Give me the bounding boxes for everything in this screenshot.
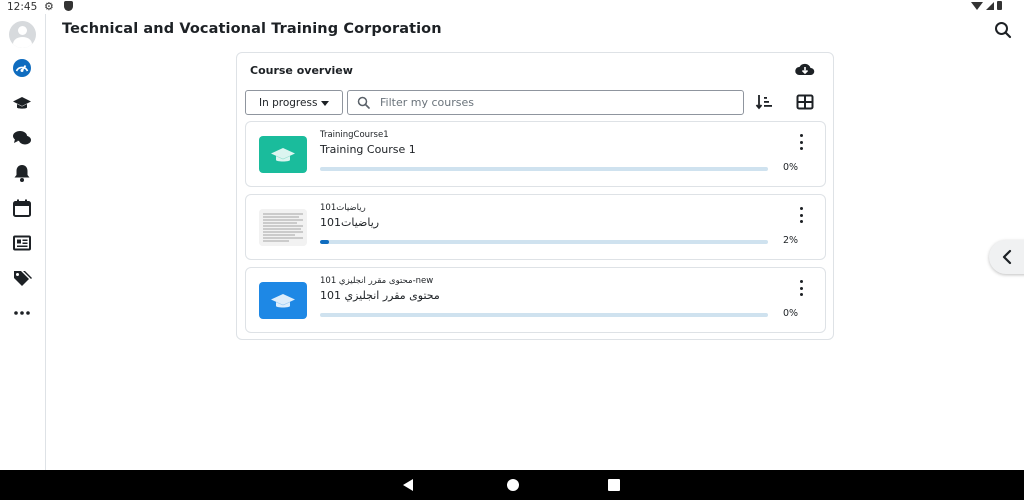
cloud-download-icon[interactable] (794, 61, 816, 79)
graduation-cap-icon[interactable] (11, 92, 33, 114)
status-indicators (971, 1, 1002, 10)
course-item[interactable]: محتوى مقرر انجليزي 101-new محتوى مقرر ان… (245, 267, 826, 333)
dashboard-gauge-icon[interactable] (11, 57, 33, 79)
system-nav-bar (0, 470, 1024, 500)
settings-gear-icon: ⚙ (44, 1, 54, 13)
document-thumbnail-icon (259, 209, 307, 246)
sidebar (0, 14, 46, 470)
battery-icon (997, 1, 1002, 10)
course-search-box (347, 90, 744, 115)
wifi-icon (971, 1, 983, 10)
bell-icon[interactable] (11, 162, 33, 184)
progress-bar (320, 167, 768, 171)
progress-bar (320, 240, 768, 244)
progress-bar (320, 313, 768, 317)
grid-view-icon[interactable] (796, 94, 814, 110)
search-icon[interactable] (994, 21, 1012, 39)
chat-bubbles-icon[interactable] (11, 127, 33, 149)
more-actions-icon[interactable] (796, 207, 806, 223)
course-item[interactable]: رياضيات101 رياضيات101 2% (245, 194, 826, 260)
more-actions-icon[interactable] (796, 280, 806, 296)
tags-icon[interactable] (11, 267, 33, 289)
course-image[interactable] (259, 136, 307, 173)
more-dots-icon[interactable] (11, 302, 33, 324)
progress-percent: 0% (783, 308, 799, 319)
caret-down-icon (321, 101, 329, 106)
chevron-left-icon (1002, 249, 1012, 265)
recent-apps-icon[interactable] (608, 479, 620, 491)
newspaper-icon[interactable] (11, 232, 33, 254)
cell-signal-icon (986, 1, 994, 10)
progress-percent: 2% (783, 235, 799, 246)
course-overview-card: Course overview In progress TrainingCour… (236, 52, 834, 340)
course-category: TrainingCourse1 (320, 130, 389, 140)
graduation-cap-icon (271, 147, 295, 161)
drawer-toggle-button[interactable] (989, 240, 1024, 274)
course-category: محتوى مقرر انجليزي 101-new (320, 276, 434, 286)
progress-fill (320, 240, 329, 244)
back-icon[interactable] (403, 479, 413, 491)
status-time: 12:45 (7, 1, 38, 13)
sort-icon[interactable] (755, 93, 773, 111)
course-name[interactable]: محتوى مقرر انجليزي 101 (320, 289, 440, 302)
dropdown-selected-label: In progress (259, 96, 318, 109)
progress-percent: 0% (783, 162, 799, 173)
graduation-cap-icon (271, 293, 295, 307)
course-name[interactable]: Training Course 1 (320, 143, 416, 156)
page-title: Technical and Vocational Training Corpor… (62, 21, 442, 37)
home-icon[interactable] (507, 479, 519, 491)
course-image[interactable] (259, 282, 307, 319)
search-icon (357, 96, 370, 109)
course-name[interactable]: رياضيات101 (320, 216, 379, 229)
course-image[interactable] (259, 209, 307, 246)
more-actions-icon[interactable] (796, 134, 806, 150)
shield-icon (64, 1, 73, 11)
card-title: Course overview (250, 64, 353, 77)
status-bar: 12:45 ⚙ (0, 0, 1024, 14)
search-input[interactable] (380, 96, 720, 109)
course-item[interactable]: TrainingCourse1 Training Course 1 0% (245, 121, 826, 187)
avatar[interactable] (9, 21, 36, 48)
course-filter-dropdown[interactable]: In progress (245, 90, 343, 115)
course-category: رياضيات101 (320, 203, 366, 213)
calendar-icon[interactable] (11, 197, 33, 219)
